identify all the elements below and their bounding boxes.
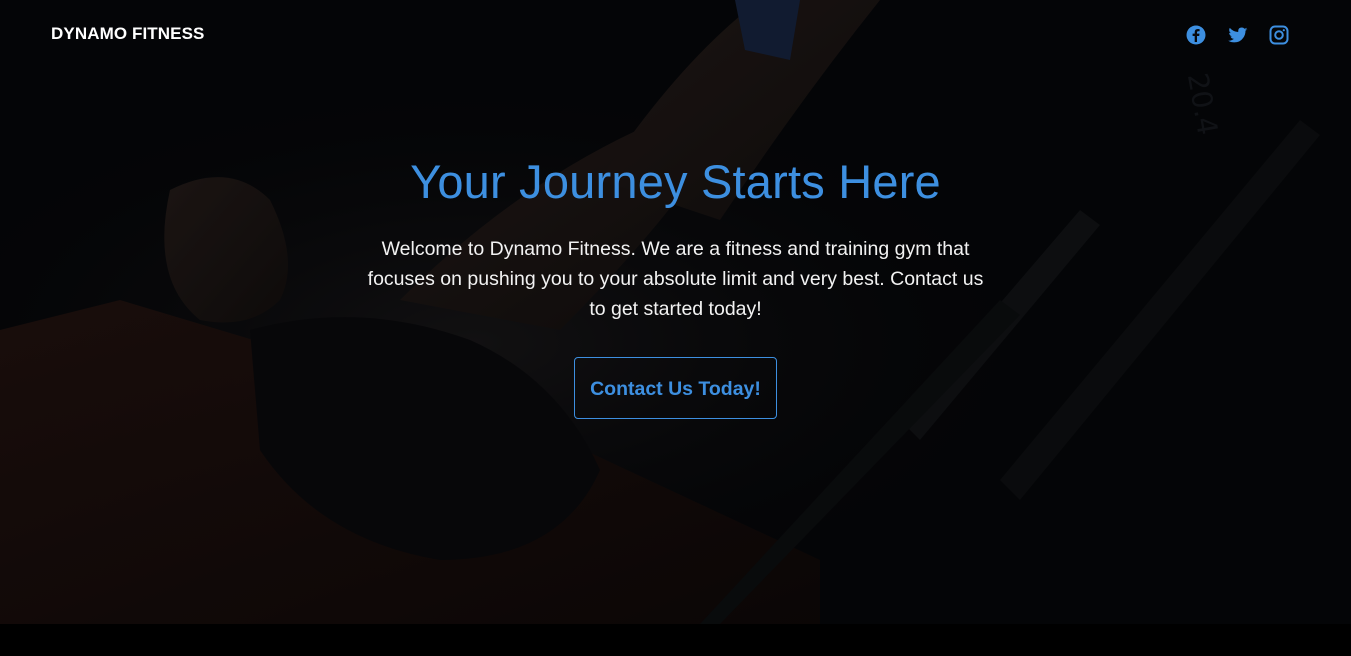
- instagram-icon: [1269, 25, 1289, 45]
- instagram-link[interactable]: [1269, 25, 1289, 45]
- hero-description: Welcome to Dynamo Fitness. We are a fitn…: [367, 238, 984, 320]
- twitter-icon: [1228, 27, 1248, 43]
- facebook-icon: [1186, 25, 1206, 45]
- hero-section: 20.4 DYNAMO FITNESS Your Journey Starts …: [0, 0, 1351, 624]
- page-bottom-band: [0, 624, 1351, 656]
- twitter-link[interactable]: [1228, 25, 1248, 45]
- hero-content: Your Journey Starts Here Welcome to Dyna…: [0, 150, 1351, 419]
- contact-us-button[interactable]: Contact Us Today!: [574, 357, 777, 419]
- hero-title: Your Journey Starts Here: [410, 155, 941, 208]
- navbar: DYNAMO FITNESS: [0, 0, 1351, 70]
- brand-logo-link[interactable]: DYNAMO FITNESS: [51, 24, 204, 44]
- facebook-link[interactable]: [1186, 25, 1206, 45]
